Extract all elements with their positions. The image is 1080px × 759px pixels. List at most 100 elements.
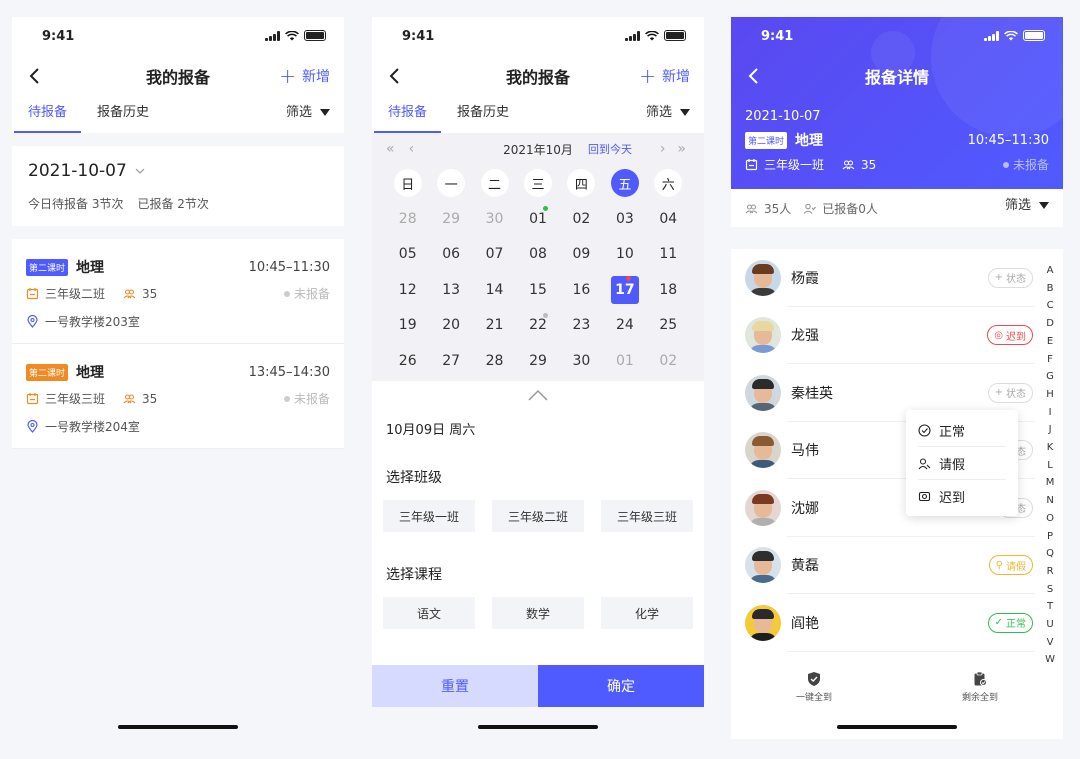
calendar-day[interactable]: 14 [473, 272, 516, 308]
calendar-day[interactable]: 29 [429, 201, 472, 237]
calendar-day[interactable]: 23 [560, 308, 603, 344]
calendar-day[interactable]: 21 [473, 308, 516, 344]
attendance-status-button[interactable]: ⚲ 请假 [988, 555, 1033, 576]
alphabet-letter[interactable]: R [1047, 563, 1054, 581]
students-icon [123, 289, 136, 299]
alphabet-letter[interactable]: A [1047, 262, 1054, 280]
alphabet-letter[interactable]: F [1047, 351, 1053, 369]
back-arrow-icon[interactable] [745, 67, 763, 85]
back-to-today-link[interactable]: 回到今天 [588, 141, 632, 157]
alphabet-letter[interactable]: O [1046, 510, 1054, 528]
tab-history[interactable]: 报备历史 [97, 97, 149, 133]
calendar-day[interactable]: 02 [647, 343, 690, 379]
alphabet-letter[interactable]: P [1047, 528, 1053, 546]
alphabet-letter[interactable]: V [1047, 634, 1054, 652]
calendar-day[interactable]: 24 [603, 308, 646, 344]
alphabet-letter[interactable]: B [1047, 280, 1054, 298]
alphabet-letter[interactable]: M [1046, 474, 1055, 492]
next-year-icon[interactable]: » [677, 141, 686, 157]
option-leave[interactable]: 请假 [918, 447, 1006, 480]
alphabet-index[interactable]: ABCDEFGHIJKLMNOPQRSTUVW [1045, 262, 1055, 669]
calendar-day[interactable]: 04 [647, 201, 690, 237]
prev-year-icon[interactable]: « [386, 141, 395, 157]
prev-month-icon[interactable]: ‹ [409, 141, 415, 157]
student-row[interactable]: 杨霞 + 状态 [731, 249, 1063, 307]
filter-button[interactable]: 筛选 [646, 97, 690, 133]
filter-button[interactable]: 筛选 [286, 97, 330, 133]
next-month-icon[interactable]: › [660, 141, 666, 157]
tab-pending[interactable]: 待报备 [373, 97, 442, 133]
student-row[interactable]: 龙强 ◎ 迟到 [731, 307, 1063, 365]
calendar-day[interactable]: 16 [560, 272, 603, 308]
calendar-day[interactable]: 06 [429, 237, 472, 273]
calendar-day[interactable]: 27 [429, 343, 472, 379]
alphabet-letter[interactable]: C [1047, 297, 1054, 315]
reset-button[interactable]: 重置 [372, 665, 538, 707]
alphabet-letter[interactable]: L [1047, 457, 1053, 475]
calendar-day[interactable]: 17 [603, 272, 646, 308]
alphabet-letter[interactable]: N [1046, 492, 1053, 510]
calendar-day[interactable]: 28 [386, 201, 429, 237]
calendar-day[interactable]: 25 [647, 308, 690, 344]
calendar-day[interactable]: 05 [386, 237, 429, 273]
tab-pending[interactable]: 待报备 [13, 97, 82, 133]
calendar-day[interactable]: 30 [560, 343, 603, 379]
alphabet-letter[interactable]: H [1046, 386, 1054, 404]
attendance-status-button[interactable]: ✓ 正常 [987, 612, 1033, 633]
back-arrow-icon[interactable] [26, 67, 44, 85]
calendar-day[interactable]: 28 [473, 343, 516, 379]
alphabet-letter[interactable]: E [1047, 333, 1053, 351]
calendar-day[interactable]: 22 [516, 308, 559, 344]
add-button[interactable]: + 新增 [639, 66, 690, 86]
confirm-button[interactable]: 确定 [538, 665, 704, 707]
back-arrow-icon[interactable] [386, 67, 404, 85]
calendar-day[interactable]: 13 [429, 272, 472, 308]
alphabet-letter[interactable]: U [1046, 616, 1053, 634]
calendar-day[interactable]: 02 [560, 201, 603, 237]
lesson-card[interactable]: 第二课时 地理 13:45–14:30 三年级三班 35 未报备 一号教学楼204室 [12, 344, 344, 449]
class-chip[interactable]: 三年级一班 [383, 500, 475, 532]
calendar-day[interactable]: 08 [516, 237, 559, 273]
alphabet-letter[interactable]: J [1049, 421, 1052, 439]
attendance-status-button[interactable]: ◎ 迟到 [987, 325, 1033, 346]
calendar-day[interactable]: 20 [429, 308, 472, 344]
alphabet-letter[interactable]: Q [1046, 545, 1054, 563]
calendar-day[interactable]: 15 [516, 272, 559, 308]
course-chip[interactable]: 数学 [492, 597, 584, 629]
alphabet-letter[interactable]: I [1049, 404, 1052, 422]
calendar-day[interactable]: 18 [647, 272, 690, 308]
chevron-up-icon[interactable] [528, 389, 548, 401]
calendar-day[interactable]: 07 [473, 237, 516, 273]
alphabet-letter[interactable]: G [1046, 368, 1054, 386]
alphabet-letter[interactable]: K [1047, 439, 1054, 457]
date-picker[interactable]: 2021-10-07 [28, 161, 328, 181]
class-chip[interactable]: 三年级二班 [492, 500, 584, 532]
class-chip[interactable]: 三年级三班 [601, 500, 693, 532]
calendar-day[interactable]: 26 [386, 343, 429, 379]
alphabet-letter[interactable]: T [1047, 598, 1053, 616]
calendar-day[interactable]: 10 [603, 237, 646, 273]
student-row[interactable]: 黄磊 ⚲ 请假 [731, 537, 1063, 595]
calendar-day[interactable]: 29 [516, 343, 559, 379]
option-normal[interactable]: 正常 [918, 414, 1006, 447]
calendar-day[interactable]: 12 [386, 272, 429, 308]
student-row[interactable]: 阎艳 ✓ 正常 [731, 594, 1063, 652]
calendar-day[interactable]: 30 [473, 201, 516, 237]
filter-button[interactable]: 筛选 [1005, 190, 1049, 226]
calendar-day[interactable]: 01 [603, 343, 646, 379]
lesson-card[interactable]: 第二课时 地理 10:45–11:30 三年级二班 35 未报备 一号教学楼203室 [12, 239, 344, 344]
course-chip[interactable]: 语文 [383, 597, 475, 629]
alphabet-letter[interactable]: S [1047, 581, 1053, 599]
alphabet-letter[interactable]: D [1046, 315, 1054, 333]
calendar-day[interactable]: 11 [647, 237, 690, 273]
tab-history[interactable]: 报备历史 [457, 97, 509, 133]
attendance-status-button[interactable]: + 状态 [987, 267, 1033, 288]
calendar-day[interactable]: 19 [386, 308, 429, 344]
calendar-day[interactable]: 03 [603, 201, 646, 237]
course-chip[interactable]: 化学 [601, 597, 693, 629]
option-late[interactable]: 迟到 [918, 480, 1006, 513]
attendance-status-button[interactable]: + 状态 [987, 382, 1033, 403]
add-button[interactable]: + 新增 [279, 66, 330, 86]
calendar-day[interactable]: 09 [560, 237, 603, 273]
calendar-day[interactable]: 01 [516, 201, 559, 237]
